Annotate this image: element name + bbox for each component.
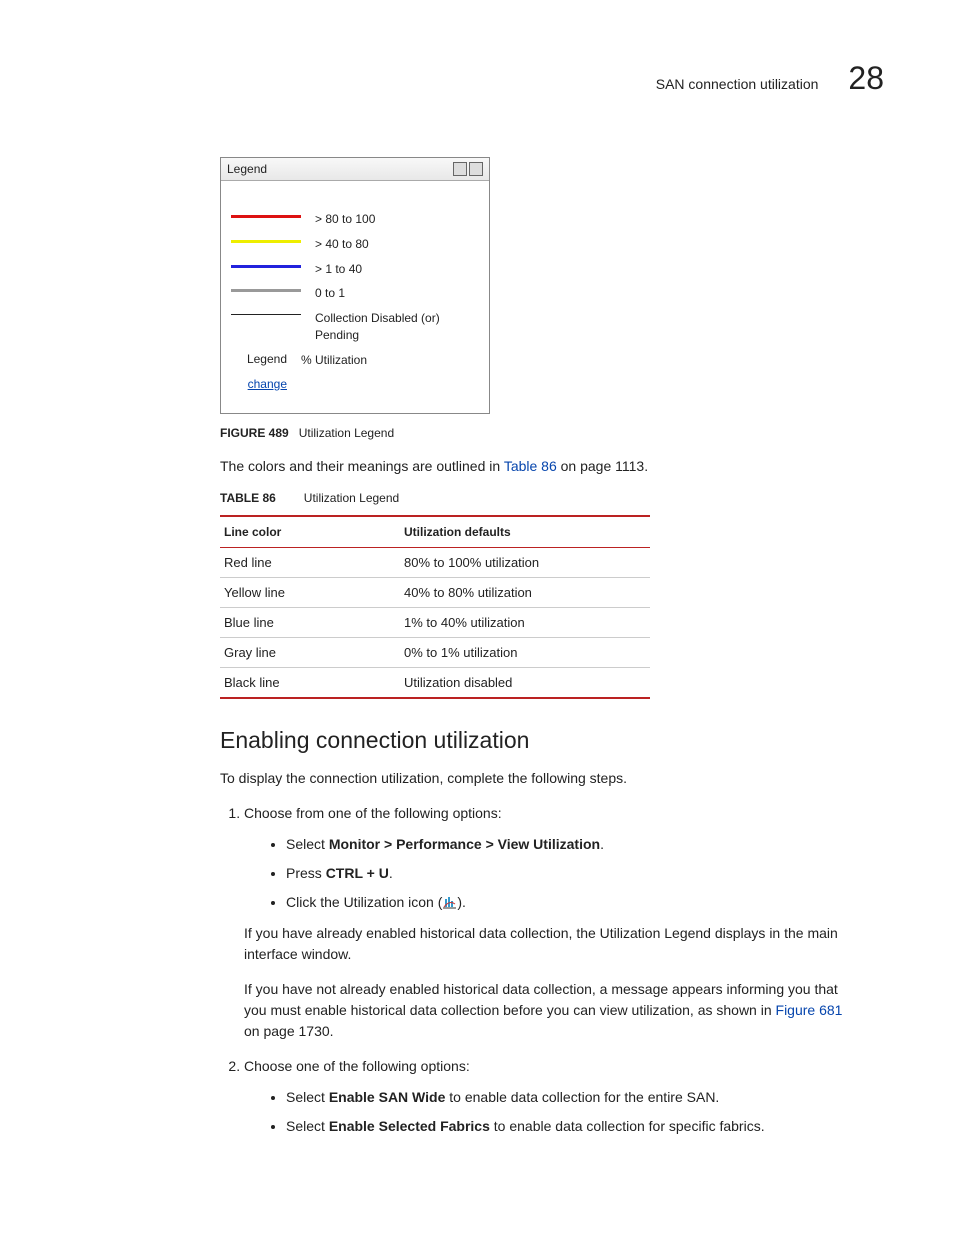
running-head: SAN connection utilization [656,76,819,92]
table-row: Black lineUtilization disabled [220,667,650,698]
legend-body: > 80 to 100 > 40 to 80 > 1 to 40 0 to 1 … [221,181,489,413]
legend-row-black: Collection Disabled (or) Pending [231,310,479,344]
table-number: TABLE 86 [220,491,276,505]
black-swatch-icon [231,314,301,322]
col-header-defaults: Utilization defaults [400,516,650,548]
yellow-swatch-icon [231,240,301,248]
figure-681-link[interactable]: Figure 681 [776,1002,843,1018]
step-1-bullets: Select Monitor > Performance > View Util… [244,834,854,913]
col-header-line-color: Line color [220,516,400,548]
legend-row-yellow: > 40 to 80 [231,236,479,253]
step-1-note-2: If you have not already enabled historic… [244,979,854,1042]
bullet-enable-san-wide: Select Enable SAN Wide to enable data co… [286,1087,854,1108]
figure-number: FIGURE 489 [220,426,289,440]
bullet-press-ctrl-u: Press CTRL + U. [286,863,854,884]
table-caption: TABLE 86 Utilization Legend [220,491,854,505]
legend-row-gray: 0 to 1 [231,285,479,302]
step-2-bullets: Select Enable SAN Wide to enable data co… [244,1087,854,1137]
restore-icon[interactable] [453,162,467,176]
utilization-legend-panel: Legend > 80 to 100 > 40 to 80 > 1 to 40 … [220,157,490,414]
section-intro: To display the connection utilization, c… [220,768,854,789]
table-title: Utilization Legend [304,491,399,505]
step-1: Choose from one of the following options… [244,803,854,1042]
legend-header-row: Legend % Utilization [231,352,479,369]
page-content: Legend > 80 to 100 > 40 to 80 > 1 to 40 … [60,157,894,1137]
chapter-number: 28 [848,60,884,97]
section-heading: Enabling connection utilization [220,727,854,754]
table-row: Blue line1% to 40% utilization [220,607,650,637]
bullet-enable-selected-fabrics: Select Enable Selected Fabrics to enable… [286,1116,854,1137]
figure-title: Utilization Legend [299,426,394,440]
legend-change-link[interactable]: change [248,377,287,391]
utilization-icon [442,895,457,910]
bullet-select-monitor: Select Monitor > Performance > View Util… [286,834,854,855]
legend-row-blue: > 1 to 40 [231,261,479,278]
maximize-icon[interactable] [469,162,483,176]
legend-title: Legend [227,162,267,176]
red-swatch-icon [231,215,301,223]
gray-swatch-icon [231,289,301,297]
step-2: Choose one of the following options: Sel… [244,1056,854,1137]
page-header: SAN connection utilization 28 [60,60,894,97]
intro-paragraph: The colors and their meanings are outlin… [220,456,854,477]
blue-swatch-icon [231,265,301,273]
table-row: Gray line0% to 1% utilization [220,637,650,667]
figure-caption: FIGURE 489 Utilization Legend [220,426,854,440]
legend-change-row: change [231,377,479,391]
utilization-legend-table: Line color Utilization defaults Red line… [220,515,650,699]
legend-titlebar: Legend [221,158,489,181]
step-1-note-1: If you have already enabled historical d… [244,923,854,965]
steps-list: Choose from one of the following options… [220,803,854,1137]
table-row: Red line80% to 100% utilization [220,547,650,577]
legend-row-red: > 80 to 100 [231,211,479,228]
legend-window-icons [453,162,483,176]
bullet-click-icon: Click the Utilization icon (). [286,892,854,913]
table-86-link[interactable]: Table 86 [504,458,557,474]
table-row: Yellow line40% to 80% utilization [220,577,650,607]
